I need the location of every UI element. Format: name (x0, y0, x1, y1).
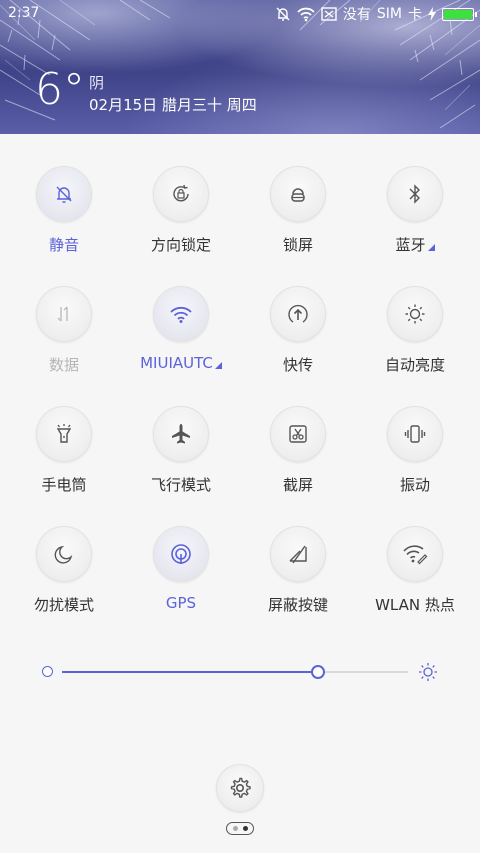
toggle-mute[interactable]: 静音 (5, 166, 123, 276)
bluetooth-icon (409, 184, 420, 204)
toggle-lock-screen[interactable]: 锁屏 (239, 166, 357, 276)
toggle-circle[interactable] (387, 286, 443, 342)
lock-icon (291, 188, 305, 202)
toggle-label: 方向锁定 (150, 236, 211, 254)
screenshot-scissors-icon (289, 425, 307, 443)
toggle-label: GPS (165, 594, 197, 612)
status-icons: 没有 SIM 卡 (275, 4, 477, 24)
bell-off-icon (56, 186, 72, 203)
toggle-circle[interactable] (270, 166, 326, 222)
brightness-slider[interactable] (0, 660, 480, 684)
toggle-airplane-mode[interactable]: 飞行模式 (122, 406, 240, 516)
temperature: 6° (35, 64, 85, 115)
toggle-auto-brightness[interactable]: 自动亮度 (356, 286, 474, 396)
battery-level (444, 9, 472, 19)
share-upload-icon (288, 304, 308, 323)
toggle-circle[interactable] (36, 526, 92, 582)
toggle-label: 飞行模式 (150, 476, 211, 494)
date-text: 02月15日 腊月三十 周四 (89, 96, 257, 114)
carrier-text: 没有 (342, 7, 371, 23)
toggle-circle[interactable] (36, 166, 92, 222)
toggle-circle[interactable] (153, 526, 209, 582)
page-indicator[interactable] (226, 822, 254, 835)
toggle-label: WLAN 热点 (375, 596, 455, 614)
toggle-label: 手电筒 (41, 476, 87, 494)
no-sim-icon (321, 7, 337, 21)
block-keys-icon (289, 545, 307, 564)
settings-button[interactable] (216, 764, 264, 812)
toggle-bluetooth[interactable]: 蓝牙 (356, 166, 474, 276)
toggle-circle[interactable] (270, 526, 326, 582)
status-bar: 2:37 没有 SIM 卡 (0, 0, 480, 28)
toggle-label: MIUIAUTC (140, 354, 222, 372)
toggle-label: 锁屏 (282, 236, 313, 254)
slider-track[interactable] (62, 665, 408, 679)
toggle-circle[interactable] (36, 406, 92, 462)
hotspot-icon (403, 545, 428, 565)
toggle-circle[interactable] (36, 286, 92, 342)
wifi-icon (170, 306, 192, 323)
toggle-label: 自动亮度 (384, 356, 445, 374)
page-dot-active (242, 826, 248, 831)
toggle-label: 快传 (282, 356, 313, 374)
toggle-label-text: 蓝牙 (395, 236, 426, 254)
sim-text: SIM (376, 6, 402, 22)
airplane-icon (172, 424, 190, 444)
toggle-gps[interactable]: GPS (122, 526, 240, 636)
toggle-flashlight[interactable]: 手电筒 (5, 406, 123, 516)
flashlight-icon (56, 424, 72, 443)
toggle-circle[interactable] (387, 526, 443, 582)
toggle-circle[interactable] (153, 406, 209, 462)
toggle-circle[interactable] (387, 166, 443, 222)
brightness-max-icon (419, 663, 437, 681)
toggle-do-not-disturb[interactable]: 勿扰模式 (5, 526, 123, 636)
wifi-icon (297, 7, 315, 22)
toggle-wlan-hotspot[interactable]: WLAN 热点 (356, 526, 474, 636)
toggle-label: 蓝牙 (395, 234, 435, 255)
bell-off-icon (276, 7, 290, 21)
slider-fill (62, 671, 319, 673)
toggle-circle[interactable] (153, 286, 209, 342)
moon-icon (54, 545, 73, 564)
vibrate-icon (404, 425, 426, 443)
toggle-rotation-lock[interactable]: 方向锁定 (122, 166, 240, 276)
toggle-label: 截屏 (282, 476, 313, 494)
toggle-label-text: MIUIAUTC (140, 354, 213, 372)
toggle-circle[interactable] (270, 406, 326, 462)
control-center: 2:37 没有 SIM 卡 6° 阴 02月15日 腊月三十 周四 静音 方向锁… (0, 0, 480, 853)
toggle-label: 屏蔽按键 (267, 596, 328, 614)
charging-bolt-icon (428, 7, 436, 21)
battery-icon (442, 7, 477, 21)
brightness-min-icon (42, 666, 53, 677)
toggle-label: 静音 (48, 236, 79, 254)
toggle-label: 数据 (48, 356, 79, 374)
rotation-lock-icon (173, 184, 189, 202)
toggle-label: 振动 (399, 476, 430, 494)
toggle-wifi[interactable]: MIUIAUTC (122, 286, 240, 396)
more-options-indicator-icon (214, 362, 222, 369)
toggle-mobile-data[interactable]: 数据 (5, 286, 123, 396)
slider-thumb[interactable] (311, 665, 326, 679)
gear-icon (230, 777, 251, 798)
toggle-circle[interactable] (270, 286, 326, 342)
auto-brightness-icon (405, 304, 425, 324)
mobile-data-icon (57, 306, 68, 322)
toggle-block-keys[interactable]: 屏蔽按键 (239, 526, 357, 636)
toggle-label: 勿扰模式 (33, 596, 94, 614)
page-dot (232, 826, 238, 831)
status-time: 2:37 (8, 5, 40, 21)
toggle-circle[interactable] (153, 166, 209, 222)
gps-icon (171, 544, 191, 564)
card-text: 卡 (408, 7, 422, 23)
toggle-screenshot[interactable]: 截屏 (239, 406, 357, 516)
weather-header: 2:37 没有 SIM 卡 6° 阴 02月15日 腊月三十 周四 (0, 0, 480, 134)
toggle-circle[interactable] (387, 406, 443, 462)
toggle-quick-share[interactable]: 快传 (239, 286, 357, 396)
weather-condition: 阴 (89, 74, 105, 92)
more-options-indicator-icon (427, 244, 435, 251)
toggle-vibrate[interactable]: 振动 (356, 406, 474, 516)
